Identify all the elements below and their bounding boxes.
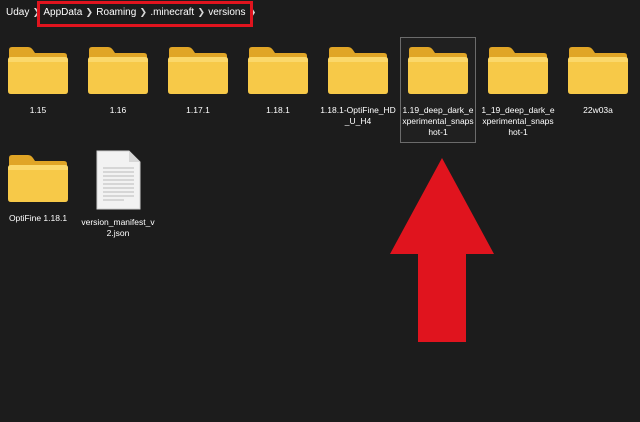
item-label: version_manifest_v2.json — [81, 217, 155, 238]
json-file-icon — [96, 150, 141, 210]
folder-icon — [8, 155, 68, 202]
folder-item-optifine-hd[interactable]: 1.18.1-OptiFine_HD_U_H4 — [320, 44, 396, 127]
folder-item-1-16[interactable]: 1.16 — [80, 44, 156, 116]
item-label: 1.19_deep_dark_experimental_snapshot-1 — [402, 105, 474, 137]
folder-icon — [568, 47, 628, 94]
folder-icon — [408, 47, 468, 94]
red-arrow-annotation — [390, 158, 494, 342]
folder-item-22w03a[interactable]: 22w03a — [560, 44, 636, 116]
file-item-version-manifest[interactable]: version_manifest_v2.json — [80, 150, 156, 239]
folder-item-deep-dark-selected[interactable]: 1.19_deep_dark_experimental_snapshot-1 — [400, 37, 476, 143]
item-label: 1.17.1 — [186, 105, 210, 115]
item-label: 22w03a — [583, 105, 613, 115]
item-label: 1.15 — [29, 105, 47, 115]
folder-item-1-17-1[interactable]: 1.17.1 — [160, 44, 236, 116]
folder-icon — [8, 47, 68, 94]
folder-icon — [168, 47, 228, 94]
item-label: 1_19_deep_dark_experimental_snapshot-1 — [481, 105, 555, 137]
folder-icon — [88, 47, 148, 94]
folder-item-optifine-1-18-1[interactable]: OptiFine 1.18.1 — [0, 152, 76, 224]
folder-icon — [488, 47, 548, 94]
item-label: 1.16 — [109, 105, 127, 115]
file-explorer-window: Uday ❯ AppData ❯ Roaming ❯ .minecraft ❯ … — [0, 0, 640, 422]
folder-icon — [328, 47, 388, 94]
folder-item-1-18-1[interactable]: 1.18.1 — [240, 44, 316, 116]
breadcrumb-highlight-box — [37, 1, 253, 27]
item-label: 1.18.1 — [266, 105, 290, 115]
folder-item-deep-dark-underscore[interactable]: 1_19_deep_dark_experimental_snapshot-1 — [480, 44, 556, 138]
breadcrumb-item-uday[interactable]: Uday — [6, 7, 29, 18]
folder-item-1-15[interactable]: 1.15 — [0, 44, 76, 116]
item-label: OptiFine 1.18.1 — [8, 213, 68, 223]
folder-icon — [248, 47, 308, 94]
item-label: 1.18.1-OptiFine_HD_U_H4 — [320, 105, 396, 126]
